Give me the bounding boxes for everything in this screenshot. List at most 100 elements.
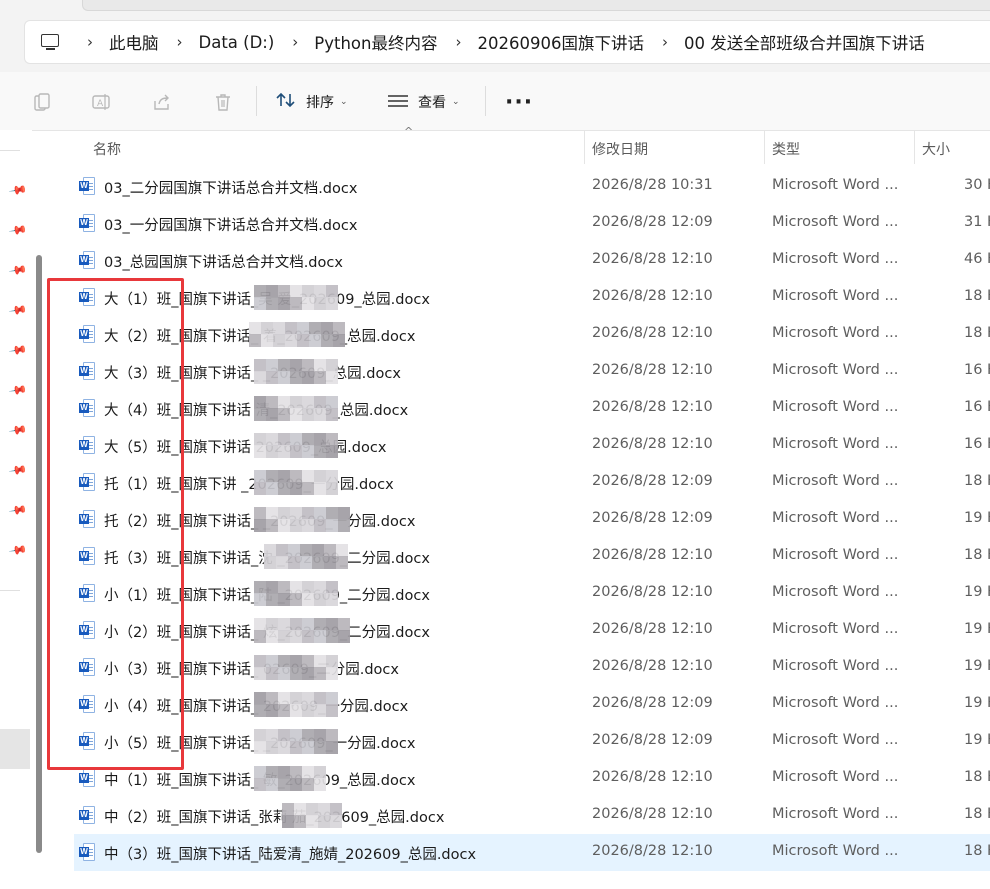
breadcrumb-speech-folder[interactable]: 20260906国旗下讲话 <box>477 30 643 54</box>
this-pc-icon[interactable] <box>41 34 61 50</box>
file-size: 16 K <box>964 362 990 378</box>
file-type: Microsoft Word ... <box>772 584 899 600</box>
copy-icon[interactable] <box>32 92 52 112</box>
file-type: Microsoft Word ... <box>772 695 899 711</box>
file-name[interactable]: 中（2）班_国旗下讲话_张莉 茄_202609_总园.docx <box>104 806 444 827</box>
column-name[interactable]: 名称 <box>93 139 121 159</box>
file-row[interactable]: W 小（5）班_国旗下讲话_ _202609_一分园.docx 2026/8/28 … <box>74 723 990 760</box>
file-date: 2026/8/28 10:31 <box>592 177 713 193</box>
file-row[interactable]: W 托（1）班_国旗下讲 _202609_一分园.docx 2026/8/28 12… <box>74 464 990 501</box>
chevron-right-icon[interactable]: › <box>292 33 298 51</box>
file-date: 2026/8/28 12:09 <box>592 214 713 230</box>
file-date: 2026/8/28 12:10 <box>592 806 713 822</box>
file-row[interactable]: W 大（5）班_国旗下讲话 202609_总园.docx 2026/8/28 12:… <box>74 427 990 464</box>
file-name[interactable]: 03_二分园国旗下讲话总合并文档.docx <box>104 177 357 198</box>
file-row[interactable]: W 中（1）班_国旗下讲话_ 敏_202609_总园.docx 2026/8/28 … <box>74 760 990 797</box>
file-row[interactable]: W 小（4）班_国旗下讲话_ 202609_一分园.docx 2026/8/28 1… <box>74 686 990 723</box>
pin-icon[interactable]: 📌 <box>7 419 29 441</box>
file-name[interactable]: 03_一分园国旗下讲话总合并文档.docx <box>104 214 357 235</box>
file-row[interactable]: W 大（1）班_国旗下讲话_吴 爱_202609_总园.docx 2026/8/28… <box>74 279 990 316</box>
nav-scrollbar[interactable] <box>36 255 42 853</box>
chevron-right-icon[interactable]: › <box>662 33 668 51</box>
file-size: 30 K <box>964 177 990 193</box>
file-row[interactable]: W 03_二分园国旗下讲话总合并文档.docx 2026/8/28 10:31 Mic… <box>74 168 990 205</box>
more-options-button[interactable]: ··· <box>505 90 533 115</box>
breadcrumb-current-folder[interactable]: 00 发送全部班级合并国旗下讲话 <box>684 30 925 54</box>
word-doc-icon: W <box>79 177 95 195</box>
column-type[interactable]: 类型 <box>772 139 800 159</box>
pin-icon[interactable]: 📌 <box>7 299 29 321</box>
word-doc-icon: W <box>79 806 95 824</box>
pin-icon[interactable]: 📌 <box>7 539 29 561</box>
chevron-right-icon[interactable]: › <box>177 33 183 51</box>
pin-icon[interactable]: 📌 <box>7 259 29 281</box>
column-separator[interactable] <box>914 130 915 164</box>
file-size: 18 K <box>964 769 990 785</box>
pin-icon[interactable]: 📌 <box>7 459 29 481</box>
file-type: Microsoft Word ... <box>772 288 899 304</box>
column-size[interactable]: 大小 <box>922 139 950 159</box>
share-icon[interactable] <box>152 92 172 112</box>
chevron-right-icon[interactable]: › <box>455 33 461 51</box>
file-size: 19 K <box>964 510 990 526</box>
tab-edge <box>82 0 990 11</box>
address-bar[interactable]: › 此电脑 › Data (D:) › Python最终内容 › 2026090… <box>24 20 990 64</box>
file-row[interactable]: W 大（4）班_国旗下讲话 清_202609_总园.docx 2026/8/28 1… <box>74 390 990 427</box>
view-button[interactable]: 查看 ⌄ <box>388 90 460 114</box>
file-name[interactable]: 03_总园国旗下讲话总合并文档.docx <box>104 251 343 272</box>
column-date[interactable]: 修改日期 <box>592 139 648 159</box>
trash-icon[interactable] <box>213 92 233 112</box>
svg-text:A: A <box>97 99 104 109</box>
file-row[interactable]: W 中（2）班_国旗下讲话_张莉 茄_202609_总园.docx 2026/8/2… <box>74 797 990 834</box>
sort-button[interactable]: 排序 ⌄ <box>276 90 348 114</box>
file-date: 2026/8/28 12:10 <box>592 658 713 674</box>
file-date: 2026/8/28 12:10 <box>592 362 713 378</box>
file-date: 2026/8/28 12:10 <box>592 399 713 415</box>
file-size: 19 K <box>964 732 990 748</box>
file-size: 18 K <box>964 473 990 489</box>
file-row[interactable]: W 大（3）班_国旗下讲话_ _202609_总园.docx 2026/8/28 1… <box>74 353 990 390</box>
file-size: 19 K <box>964 584 990 600</box>
file-type: Microsoft Word ... <box>772 177 899 193</box>
file-row[interactable]: W 托（2）班_国旗下讲话_ _202609_一分园.docx 2026/8/28 … <box>74 501 990 538</box>
command-bar: A 排序 ⌄ 查看 ⌄ ··· <box>0 72 990 131</box>
chevron-down-icon: ⌄ <box>340 97 348 107</box>
file-row[interactable]: W 托（3）班_国旗下讲话_沈 _202609_二分园.docx 2026/8/28… <box>74 538 990 575</box>
toolbar-separator <box>485 86 486 116</box>
breadcrumb-data-drive[interactable]: Data (D:) <box>199 33 275 52</box>
file-date: 2026/8/28 12:10 <box>592 584 713 600</box>
nav-selected-item[interactable] <box>0 729 30 769</box>
file-row[interactable]: W 03_总园国旗下讲话总合并文档.docx 2026/8/28 12:10 Micr… <box>74 242 990 279</box>
pin-icon[interactable]: 📌 <box>7 179 29 201</box>
file-row[interactable]: W 小（2）班_国旗下讲话_ 炫_202609_二分园.docx 2026/8/28… <box>74 612 990 649</box>
breadcrumb-python-folder[interactable]: Python最终内容 <box>314 30 437 54</box>
chevron-right-icon[interactable]: › <box>87 33 93 51</box>
file-type: Microsoft Word ... <box>772 325 899 341</box>
file-name[interactable]: 中（1）班_国旗下讲话_ 敏_202609_总园.docx <box>104 769 415 790</box>
word-doc-icon: W <box>79 251 95 269</box>
pin-icon[interactable]: 📌 <box>7 219 29 241</box>
file-row[interactable]: W 小（3）班_国旗下讲话_ 02609_二分园.docx 2026/8/28 12… <box>74 649 990 686</box>
file-row[interactable]: W 中（3）班_国旗下讲话_陆爱清_施婧_202609_总园.docx 2026/8… <box>74 834 990 871</box>
file-name[interactable]: 中（3）班_国旗下讲话_陆爱清_施婧_202609_总园.docx <box>104 843 476 864</box>
file-row[interactable]: W 大（2）班_国旗下讲话_ 着_202609_总园.docx 2026/8/28 … <box>74 316 990 353</box>
view-label: 查看 <box>418 95 446 111</box>
column-separator[interactable] <box>584 130 585 164</box>
pin-icon[interactable]: 📌 <box>7 339 29 361</box>
file-row[interactable]: W 小（1）班_国旗下讲话_陆 _202609_二分园.docx 2026/8/28… <box>74 575 990 612</box>
file-row[interactable]: W 03_一分园国旗下讲话总合并文档.docx 2026/8/28 12:09 Mic… <box>74 205 990 242</box>
file-date: 2026/8/28 12:10 <box>592 843 713 859</box>
sort-up-icon: ^ <box>404 125 414 138</box>
file-size: 46 K <box>964 251 990 267</box>
sort-arrows-icon <box>276 91 296 114</box>
address-bar-area: › 此电脑 › Data (D:) › Python最终内容 › 2026090… <box>0 14 990 72</box>
pin-icon[interactable]: 📌 <box>7 499 29 521</box>
rename-icon[interactable]: A <box>91 92 111 112</box>
file-date: 2026/8/28 12:10 <box>592 251 713 267</box>
file-type: Microsoft Word ... <box>772 806 899 822</box>
file-size: 19 K <box>964 658 990 674</box>
file-size: 31 K <box>964 214 990 230</box>
column-separator[interactable] <box>764 130 765 164</box>
breadcrumb-this-pc[interactable]: 此电脑 <box>109 30 159 54</box>
pin-icon[interactable]: 📌 <box>7 379 29 401</box>
